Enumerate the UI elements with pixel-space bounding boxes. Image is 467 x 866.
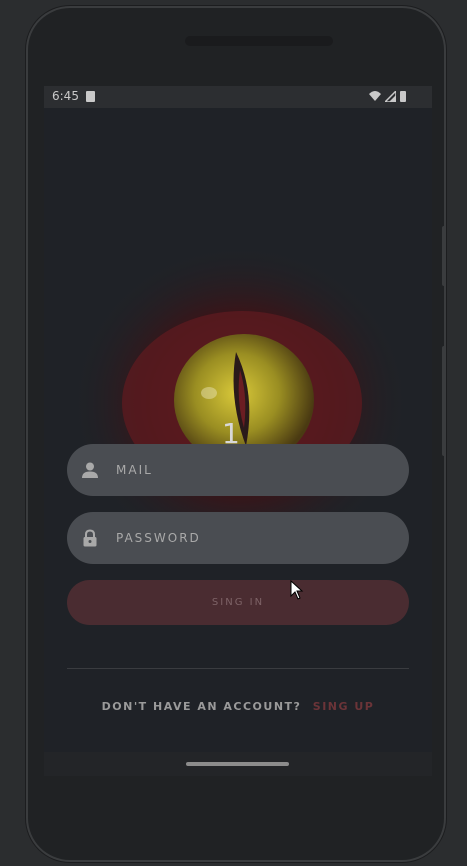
status-bar: 6:45 (44, 86, 432, 108)
mail-field[interactable]: MAIL (67, 444, 409, 496)
lock-icon (83, 529, 97, 547)
sd-card-icon (86, 91, 95, 102)
volume-button (442, 346, 446, 456)
mouse-cursor-icon (290, 580, 304, 600)
password-field[interactable]: PASSWORD (67, 512, 409, 564)
signal-icon (385, 90, 396, 102)
battery-icon (400, 90, 406, 102)
status-icons (369, 90, 406, 102)
divider (67, 668, 409, 669)
password-placeholder: PASSWORD (116, 531, 201, 545)
person-icon (82, 462, 98, 478)
speaker-grille (185, 36, 333, 46)
home-gesture-handle[interactable] (186, 762, 289, 766)
status-time: 6:45 (52, 89, 79, 103)
sign-in-button[interactable]: SING IN (67, 580, 409, 625)
wifi-icon (369, 91, 381, 101)
sign-up-link[interactable]: SING UP (313, 700, 375, 713)
power-button (442, 226, 446, 286)
sign-in-label: SING IN (211, 597, 265, 608)
mail-placeholder: MAIL (116, 463, 153, 477)
signup-prompt: DON'T HAVE AN ACCOUNT? (101, 700, 302, 713)
signup-row: DON'T HAVE AN ACCOUNT? SING UP (44, 700, 432, 713)
app-screen: 6:45 1 MAIL PASSWORD SING IN DON'T HAVE … (44, 86, 432, 752)
